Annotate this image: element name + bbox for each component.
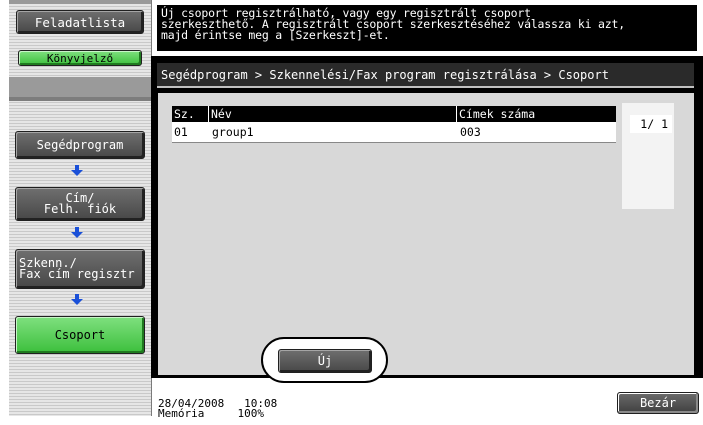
status-area: 28/04/2008 10:08 Memória 100% <box>158 398 277 420</box>
main-panel: Segédprogram > Szkennelési/Fax program r… <box>151 56 703 378</box>
table-header: Sz. Név Címek száma <box>172 106 616 122</box>
sidebar-band <box>9 0 151 4</box>
table-row[interactable]: 01 group1 003 <box>172 122 616 143</box>
breadcrumb: Segédprogram > Szkennelési/Fax program r… <box>157 63 694 88</box>
sidebar-band <box>9 97 151 101</box>
close-button[interactable]: Bezár <box>617 392 699 414</box>
row-no: 01 <box>174 125 188 139</box>
column-header-address-count: Címek száma <box>456 106 616 122</box>
column-header-no: Sz. <box>174 107 195 121</box>
sidebar-item-csoport[interactable]: Csoport <box>15 316 145 354</box>
sidebar-item-szkenn-fax[interactable]: Szkenn./ Fax cím regisztr <box>15 249 145 289</box>
screen: Feladatlista Könyvjelző Segédprogram Cím… <box>0 0 703 425</box>
row-name: group1 <box>212 125 254 139</box>
new-button[interactable]: Új <box>278 349 372 373</box>
left-sidebar: Feladatlista Könyvjelző Segédprogram Cím… <box>9 0 152 416</box>
column-header-name: Név <box>208 106 456 122</box>
instruction-message: Új csoport regisztrálható, vagy egy regi… <box>157 5 697 51</box>
content-panel: Sz. Név Címek száma 01 group1 003 1/ 1 <box>158 93 694 375</box>
page-indicator: 1/ 1 <box>630 115 672 133</box>
page-indicator-box: 1/ 1 <box>622 103 674 209</box>
memory-value: 100% <box>237 407 264 420</box>
sidebar-item-cim-felh-fiok[interactable]: Cím/ Felh. fiók <box>15 187 145 221</box>
memory-label: Memória <box>158 407 205 420</box>
counter-button[interactable]: Könyvjelző <box>18 50 142 66</box>
row-count: 003 <box>460 125 481 139</box>
sidebar-item-segedprogram[interactable]: Segédprogram <box>15 131 145 159</box>
group-table: Sz. Név Címek száma 01 group1 003 <box>172 106 616 282</box>
sidebar-band <box>9 77 151 97</box>
job-list-button[interactable]: Feladatlista <box>16 10 144 34</box>
